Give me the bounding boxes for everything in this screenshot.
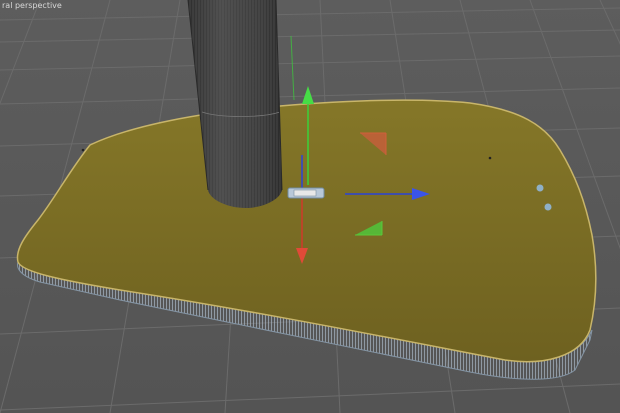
camera-label: ral perspective (2, 1, 62, 10)
pivot-handle-icon[interactable] (287, 187, 325, 199)
y-axis-handle[interactable] (302, 86, 314, 104)
disc-marker (81, 148, 85, 152)
3d-viewport[interactable]: ral perspective (0, 0, 620, 413)
viewport-scene (0, 0, 620, 413)
base-disc[interactable] (16, 99, 597, 363)
disc-marker (488, 156, 492, 160)
disc-marker (536, 184, 544, 192)
disc-marker (544, 203, 552, 211)
